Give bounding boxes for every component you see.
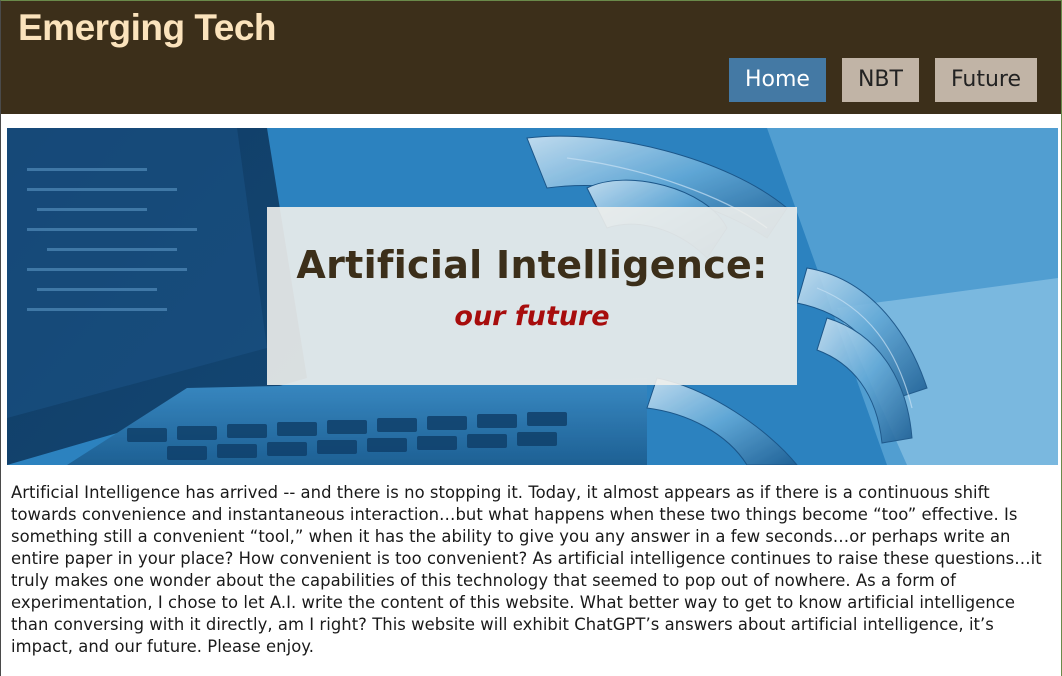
page: Emerging Tech Home NBT Future Artificial… [0,0,1062,676]
site-header: Emerging Tech Home NBT Future [1,1,1061,114]
hero-banner: Artificial Intelligence: our future [7,128,1058,465]
hero-card: Artificial Intelligence: our future [267,207,797,385]
nav-future-link[interactable]: Future [934,58,1037,102]
intro-paragraph: Artificial Intelligence has arrived -- a… [11,483,1042,656]
nav-home-link[interactable]: Home [728,58,826,102]
hero-subtitle: our future [454,301,610,332]
nav-nbt-link[interactable]: NBT [841,58,919,102]
main-nav: Home NBT Future [728,58,1037,102]
hero-title: Artificial Intelligence: [296,243,768,287]
site-title: Emerging Tech [18,7,277,48]
